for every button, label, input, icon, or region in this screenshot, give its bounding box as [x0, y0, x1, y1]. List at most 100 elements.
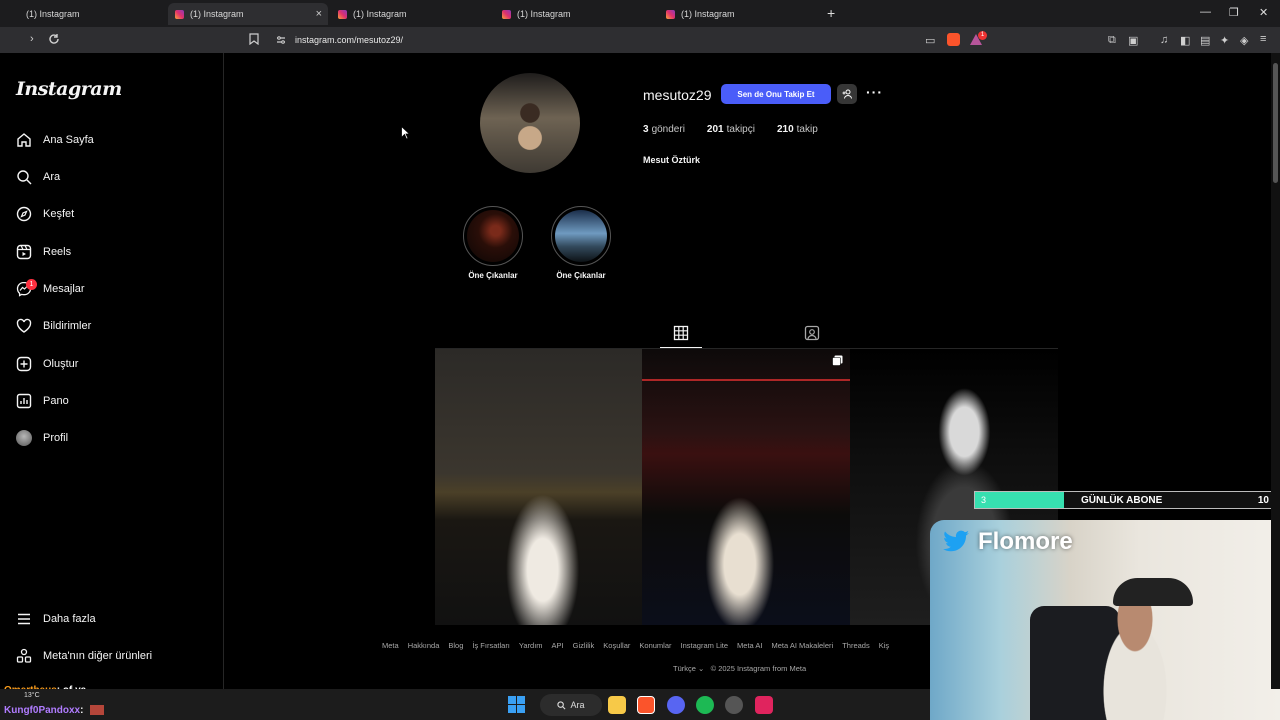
sidebar-item-dashboard[interactable]: Pano [16, 390, 69, 412]
taskbar-search-label: Ara [570, 700, 585, 710]
footer-link[interactable]: Konumlar [639, 641, 671, 650]
footer-meta: Türkçe ⌄ © 2025 Instagram from Meta [673, 664, 806, 673]
sidebar-item-label: Mesajlar [43, 283, 85, 295]
sidebar-item-notifications[interactable]: Bildirimler [16, 315, 91, 337]
close-tab-icon[interactable]: × [316, 8, 322, 20]
instagram-favicon-icon [175, 9, 184, 19]
new-tab-icon[interactable]: + [827, 5, 835, 21]
app-icon[interactable] [755, 696, 773, 714]
cast-icon[interactable]: ▭ [925, 34, 935, 47]
weather-widget[interactable]: 13°C [24, 692, 40, 699]
restore-icon[interactable]: ❐ [1229, 6, 1239, 19]
footer-link[interactable]: API [552, 641, 564, 650]
sidebar-item-home[interactable]: Ana Sayfa [16, 129, 94, 151]
taskbar-search[interactable]: Ara [540, 694, 602, 716]
page-footer-links: Meta Hakkında Blog İş Fırsatları Yardım … [382, 641, 889, 650]
brave-shield-icon[interactable] [947, 33, 960, 46]
twitter-icon [943, 530, 969, 552]
post-thumbnail[interactable] [642, 349, 850, 625]
profile-picture[interactable] [480, 73, 580, 173]
discord-icon[interactable] [667, 696, 685, 714]
site-settings-icon[interactable] [276, 35, 286, 45]
minimize-icon[interactable]: — [1200, 6, 1211, 18]
instagram-logo[interactable]: Instagram [16, 78, 122, 100]
bookmark-icon[interactable] [249, 33, 259, 45]
browser-tab[interactable]: (1) Instagram [338, 3, 488, 25]
sidebar-item-explore[interactable]: Keşfet [16, 203, 74, 225]
browser-tab[interactable]: (1) Instagram [20, 3, 170, 25]
sidebar-item-label: Meta'nın diğer ürünleri [43, 650, 153, 662]
footer-link[interactable]: Meta AI [737, 641, 762, 650]
sidebar-item-reels[interactable]: Reels [16, 241, 71, 263]
tab-label: (1) Instagram [353, 9, 407, 19]
footer-link[interactable]: Hakkında [408, 641, 440, 650]
tab-label: (1) Instagram [517, 9, 571, 19]
chat-message: Kungf0Pandoxx: [4, 705, 105, 716]
home-icon [17, 133, 31, 147]
follow-back-button[interactable]: Sen de Onu Takip Et [721, 84, 831, 104]
tagged-icon[interactable] [804, 325, 820, 341]
highlight-label: Öne Çıkanlar [556, 271, 606, 280]
media-icon[interactable]: ♫ [1160, 34, 1168, 46]
footer-link[interactable]: Instagram Lite [681, 641, 729, 650]
windows-start-icon[interactable] [508, 696, 525, 713]
wallet-icon[interactable]: ▤ [1200, 34, 1210, 47]
following-stat[interactable]: 210 takip [777, 124, 818, 135]
followers-count: 201 [706, 124, 724, 135]
instagram-sidebar: Instagram Ana Sayfa Ara Keşfet Reels 1 M… [0, 53, 224, 689]
obs-icon[interactable] [725, 696, 743, 714]
footer-link[interactable]: İş Fırsatları [472, 641, 510, 650]
following-count: 210 [776, 124, 794, 135]
footer-link[interactable]: Threads [842, 641, 870, 650]
streamer-name: Flomore [978, 528, 1073, 555]
suggested-users-button[interactable] [837, 84, 857, 104]
sidebar-item-search[interactable]: Ara [16, 166, 60, 188]
page-scrollbar[interactable] [1271, 53, 1280, 689]
scrollbar-thumb[interactable] [1273, 63, 1278, 183]
language-selector[interactable]: Türkçe [673, 664, 696, 673]
footer-link[interactable]: Gizlilik [573, 641, 595, 650]
highlight-ring [551, 206, 611, 266]
reload-icon[interactable] [48, 33, 60, 45]
sidebar-item-create[interactable]: Oluştur [16, 353, 78, 375]
cap [1113, 578, 1193, 606]
post-thumbnail[interactable] [435, 349, 642, 625]
sidebar-toggle-icon[interactable]: ◧ [1180, 34, 1190, 47]
goal-title: GÜNLÜK ABONE [1081, 495, 1163, 506]
highlight-cover [467, 210, 519, 262]
footer-link[interactable]: Meta [382, 641, 399, 650]
browser-tab[interactable]: (1) Instagram [502, 3, 652, 25]
followers-stat[interactable]: 201 takipçi [707, 124, 755, 135]
footer-link[interactable]: Kiş [879, 641, 889, 650]
leo-ai-icon[interactable]: ✦ [1220, 34, 1229, 47]
browser-tab[interactable]: (1) Instagram [666, 3, 816, 25]
hamburger-menu-icon [18, 613, 30, 625]
extension-badge: 1 [978, 31, 987, 40]
sidebar-item-meta-products[interactable]: Meta'nın diğer ürünleri [16, 645, 152, 667]
footer-link[interactable]: Yardım [519, 641, 543, 650]
instagram-favicon-icon [338, 9, 347, 19]
footer-link[interactable]: Koşullar [603, 641, 630, 650]
heart-icon [16, 318, 32, 333]
more-options-icon[interactable]: ··· [866, 84, 883, 100]
file-explorer-icon[interactable] [608, 696, 626, 714]
brave-browser-icon[interactable] [637, 696, 655, 714]
browser-tab-active[interactable]: (1) Instagram × [168, 3, 328, 25]
extensions-icon[interactable]: ⧉ [1108, 34, 1116, 47]
sidebar-item-more[interactable]: Daha fazla [16, 608, 96, 630]
chat-text: : [80, 705, 84, 716]
address-bar-url[interactable]: instagram.com/mesutoz29/ [295, 35, 403, 45]
sidebar-item-profile[interactable]: Profil [16, 427, 68, 449]
story-highlight[interactable]: Öne Çıkanlar [462, 206, 524, 280]
forward-icon[interactable]: › [30, 33, 34, 45]
screenshot-icon[interactable]: ▣ [1128, 34, 1138, 47]
story-highlight[interactable]: Öne Çıkanlar [550, 206, 612, 280]
close-window-icon[interactable]: ✕ [1259, 6, 1268, 19]
vpn-icon[interactable]: ◈ [1240, 34, 1248, 47]
sidebar-item-messages[interactable]: 1 Mesajlar [16, 278, 85, 300]
footer-link[interactable]: Meta AI Makaleleri [771, 641, 833, 650]
posts-grid-icon[interactable] [673, 325, 689, 341]
menu-icon[interactable]: ≡ [1260, 33, 1266, 45]
footer-link[interactable]: Blog [448, 641, 463, 650]
spotify-icon[interactable] [696, 696, 714, 714]
